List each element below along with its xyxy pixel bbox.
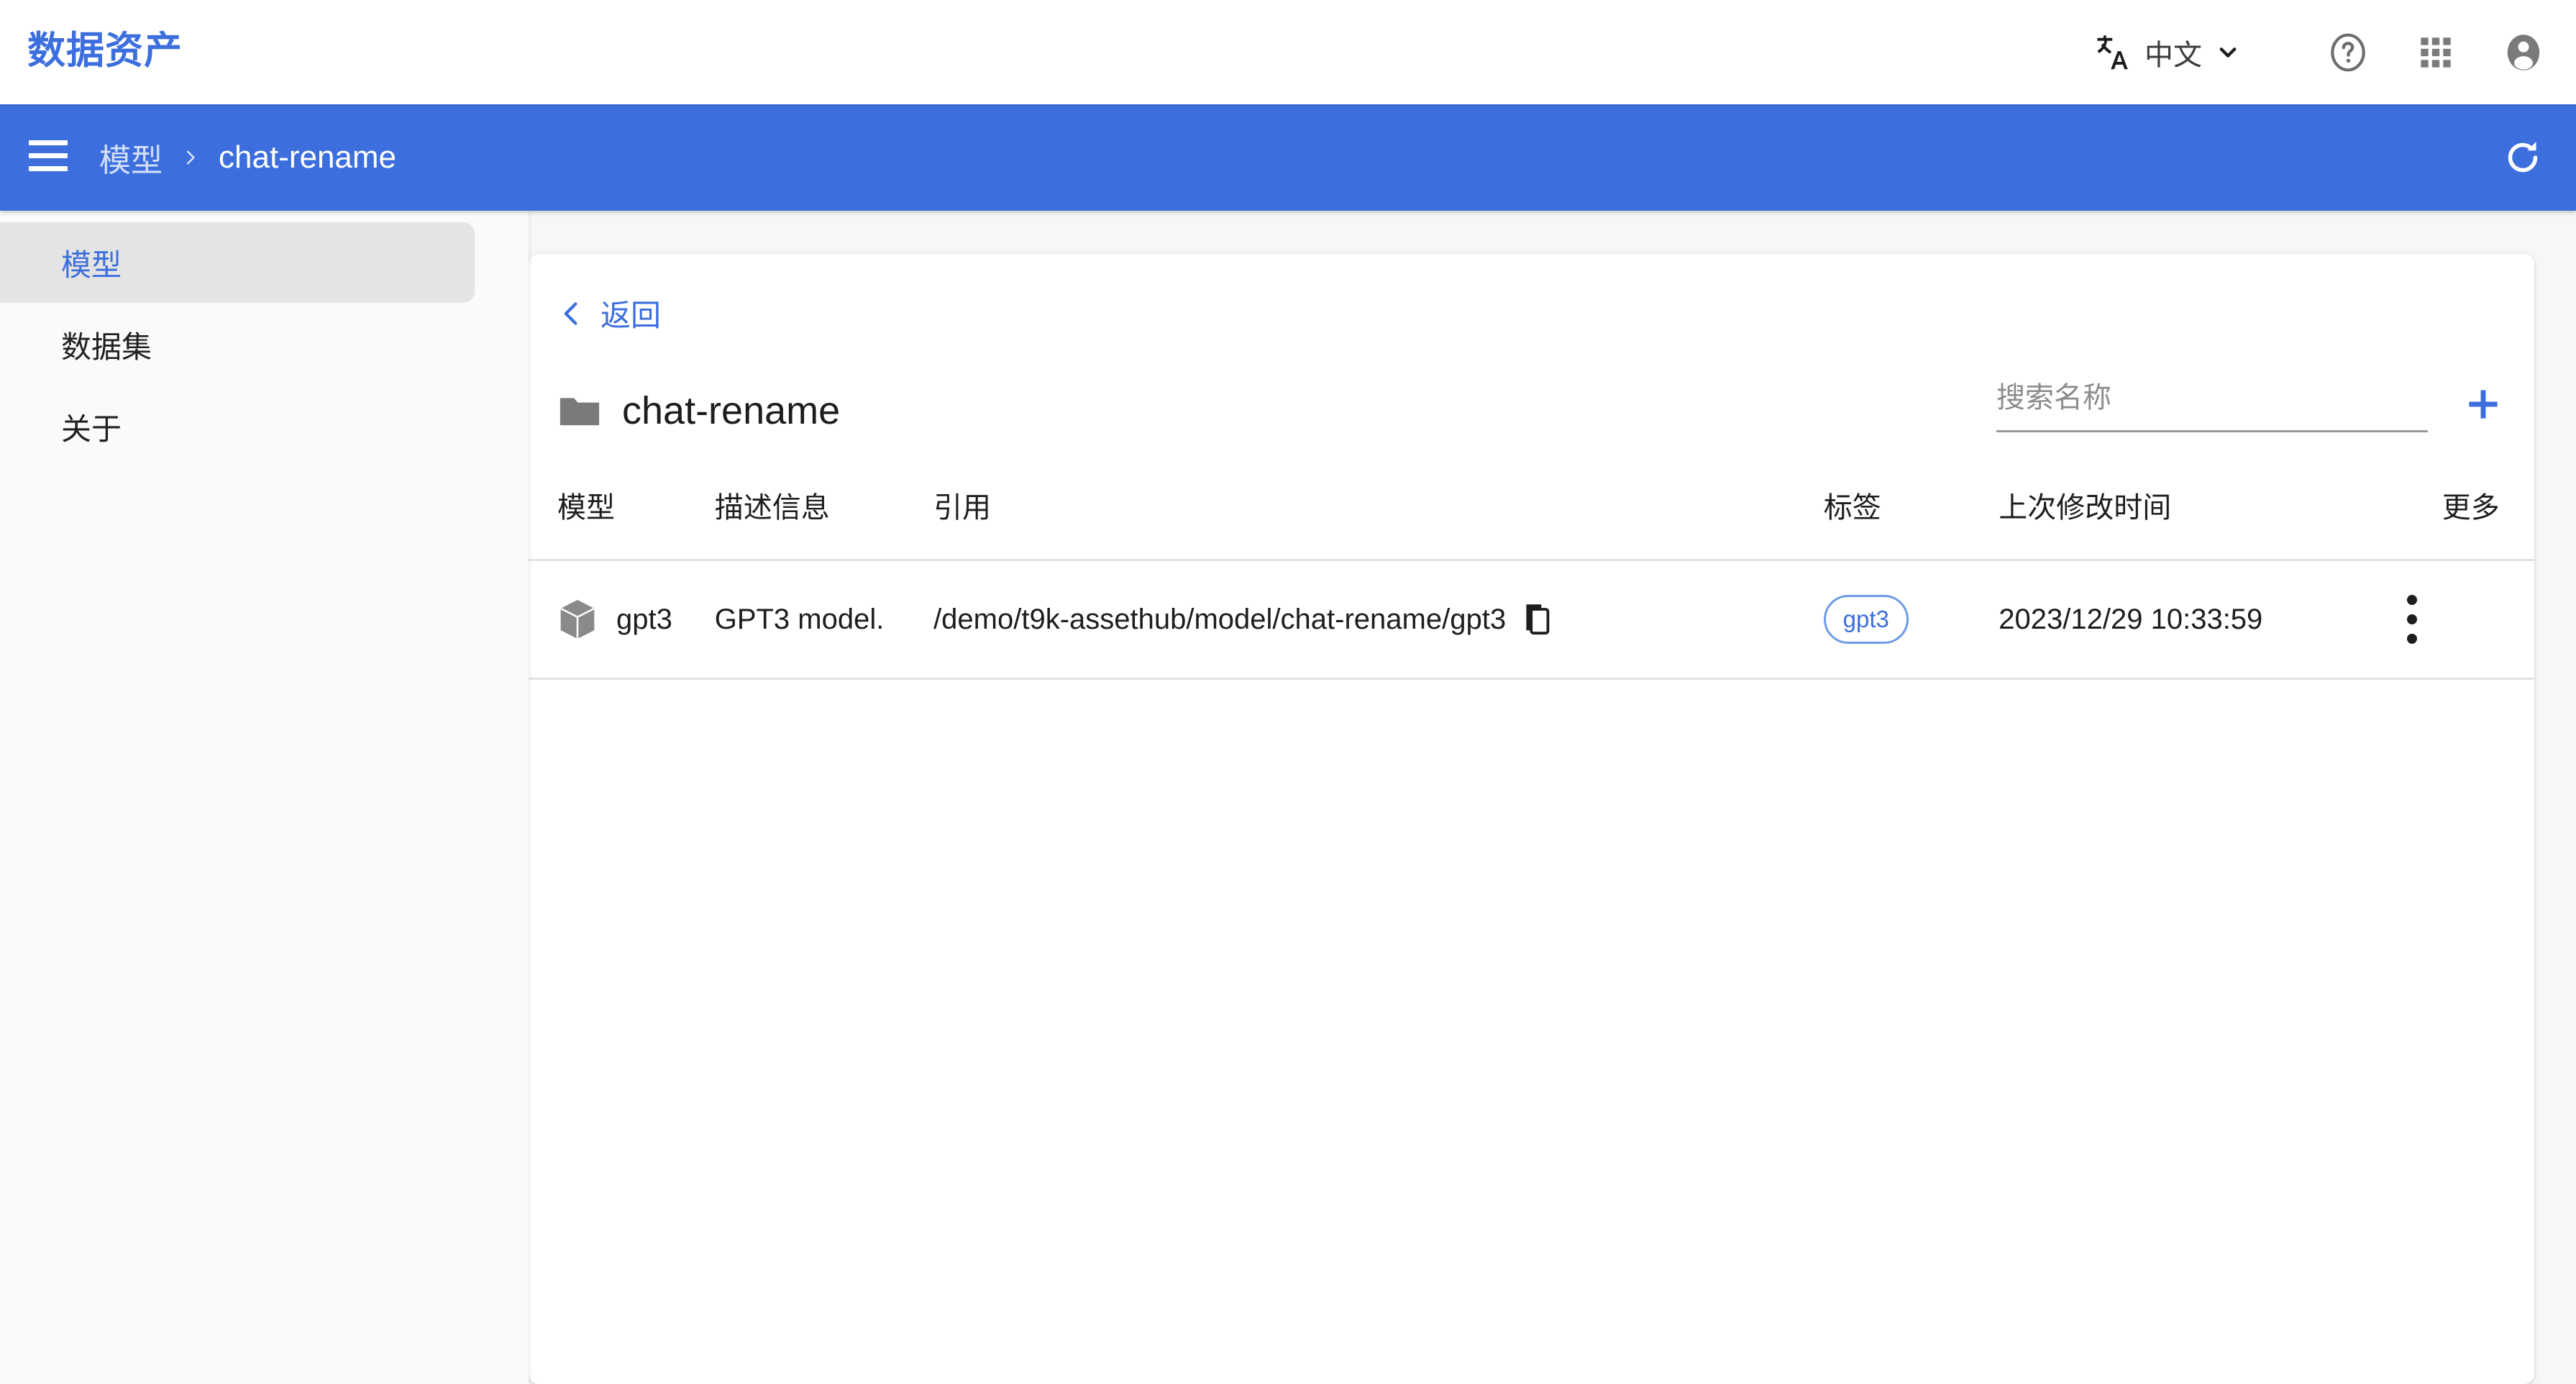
column-header-description: 描述信息 — [714, 492, 830, 524]
sidebar-item-label: 关于 — [61, 411, 122, 446]
breadcrumb: 模型 chat-rename — [99, 104, 396, 211]
cell-model: gpt3 — [529, 559, 715, 680]
table-header-row: 模型 描述信息 引用 标签 上次修改时间 更多 — [529, 484, 2534, 560]
cell-reference: /demo/t9k-assethub/model/chat-rename/gpt… — [933, 559, 1686, 680]
copy-icon[interactable] — [1522, 602, 1553, 637]
add-model-button[interactable] — [2461, 382, 2506, 427]
language-selector[interactable]: 中文 — [2091, 32, 2242, 73]
sidebar: 模型 数据集 关于 — [0, 211, 529, 1384]
cell-tag: gpt3 — [1823, 559, 1999, 680]
top-header-actions: 中文 — [2091, 0, 2546, 104]
cell-spacer — [1685, 559, 1824, 680]
help-circle-icon[interactable] — [2326, 30, 2370, 75]
breadcrumb-current: chat-rename — [219, 140, 397, 175]
back-button[interactable]: 返回 — [557, 291, 661, 335]
breadcrumb-bar: 模型 chat-rename — [0, 104, 2576, 211]
content-card: 返回 chat-rename 模型 — [529, 254, 2534, 1384]
sidebar-item-label: 模型 — [61, 247, 122, 282]
page-body: 模型 数据集 关于 返回 chat-rename 搜索名称 模型 描述信息 引用… — [0, 211, 2576, 1384]
search-input[interactable] — [1996, 379, 2428, 432]
refresh-icon[interactable] — [2501, 136, 2544, 179]
sidebar-item-label: 数据集 — [61, 329, 152, 364]
table-row[interactable]: gpt3 GPT3 model. /demo/t9k-assethub/mode… — [529, 559, 2534, 680]
translate-icon — [2091, 32, 2133, 73]
status-badge[interactable]: gpt3 — [1823, 595, 1909, 644]
cube-icon — [557, 597, 598, 642]
column-header-reference: 引用 — [933, 492, 992, 524]
cell-last-modified: 2023/12/29 10:33:59 — [1999, 559, 2408, 680]
cell-description: GPT3 model. — [714, 559, 934, 680]
search-field-wrapper — [1996, 379, 2428, 432]
model-name: gpt3 — [616, 603, 672, 635]
breadcrumb-root-link[interactable]: 模型 — [99, 135, 163, 181]
reference-path: /demo/t9k-assethub/model/chat-rename/gpt… — [933, 603, 1507, 635]
language-label: 中文 — [2145, 39, 2202, 71]
sidebar-item-about[interactable]: 关于 — [0, 386, 475, 467]
back-button-label: 返回 — [600, 299, 662, 332]
top-header-bar: 数据资产 中文 — [0, 0, 2576, 104]
folder-name: chat-rename — [622, 389, 841, 432]
table-head: 模型 描述信息 引用 标签 上次修改时间 更多 — [529, 484, 2534, 560]
hamburger-menu-icon[interactable] — [29, 140, 68, 172]
column-header-spacer — [1685, 484, 1824, 560]
table-body: gpt3 GPT3 model. /demo/t9k-assethub/mode… — [529, 559, 2534, 680]
models-table: 模型 描述信息 引用 标签 上次修改时间 更多 gpt3 GPT3 model.… — [529, 484, 2534, 680]
apps-grid-icon[interactable] — [2413, 30, 2458, 75]
column-header-model: 模型 — [557, 492, 615, 524]
column-header-more: 更多 — [2442, 492, 2500, 524]
chevron-left-icon — [557, 295, 585, 332]
more-vertical-icon[interactable] — [2407, 595, 2534, 644]
column-header-last-modified: 上次修改时间 — [1999, 492, 2172, 524]
account-circle-icon[interactable] — [2501, 30, 2546, 75]
sidebar-item-models[interactable]: 模型 — [0, 222, 475, 303]
cell-more — [2407, 559, 2534, 680]
app-title: 数据资产 — [27, 29, 183, 72]
sidebar-item-datasets[interactable]: 数据集 — [0, 304, 475, 385]
column-header-tag: 标签 — [1823, 492, 1881, 524]
folder-icon — [557, 392, 602, 429]
chevron-down-icon — [2214, 38, 2242, 67]
chevron-right-icon — [181, 144, 200, 171]
